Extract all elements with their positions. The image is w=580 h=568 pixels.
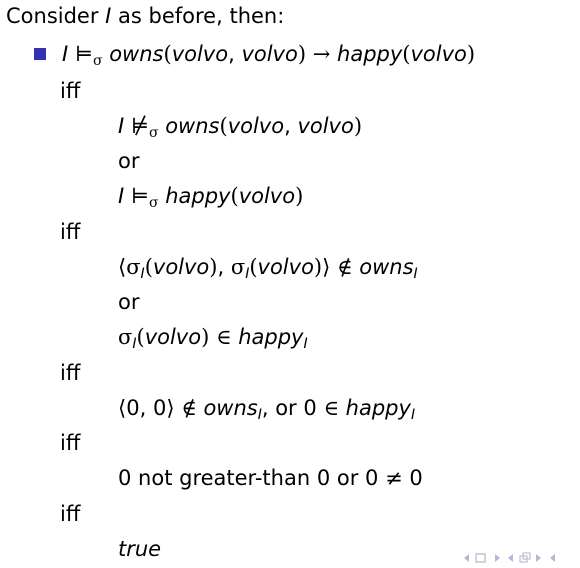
nav-frame-icon — [475, 553, 486, 563]
nav-left-arrow-icon — [508, 554, 513, 562]
iff-label: iff — [60, 431, 81, 455]
or-label: or — [118, 290, 140, 314]
iff-label: iff — [60, 79, 81, 103]
main-formula: I ⊨σ owns(volvo, volvo) → happy(volvo) — [62, 42, 476, 69]
nav-right-arrow-icon — [495, 554, 500, 562]
nav-left-arrow-icon — [550, 554, 555, 562]
or-label: or — [118, 149, 140, 173]
intro-text: Consider I as before, then: — [6, 4, 285, 28]
formula-c1: ⟨0, 0⟩ ∉ ownsI, or 0 ∈ happyI — [118, 396, 416, 423]
bullet-square-icon — [34, 48, 46, 60]
formula-b2: σI(volvo) ∈ happyI — [118, 325, 308, 352]
formula-a2: I ⊨σ happy(volvo) — [118, 184, 304, 211]
navigation-bar — [464, 552, 555, 563]
iff-label: iff — [60, 220, 81, 244]
formula-d1: 0 not greater-than 0 or 0 ≠ 0 — [118, 466, 423, 490]
nav-right-arrow-icon — [536, 554, 541, 562]
result-true: true — [118, 537, 162, 561]
formula-b1: ⟨σI(volvo), σI(volvo)⟩ ∉ ownsI — [118, 255, 418, 282]
iff-label: iff — [60, 361, 81, 385]
iff-label: iff — [60, 502, 81, 526]
nav-section-icon — [519, 552, 531, 563]
formula-a1: I ⊭σ owns(volvo, volvo) — [118, 114, 363, 141]
nav-left-arrow-icon — [464, 554, 469, 562]
